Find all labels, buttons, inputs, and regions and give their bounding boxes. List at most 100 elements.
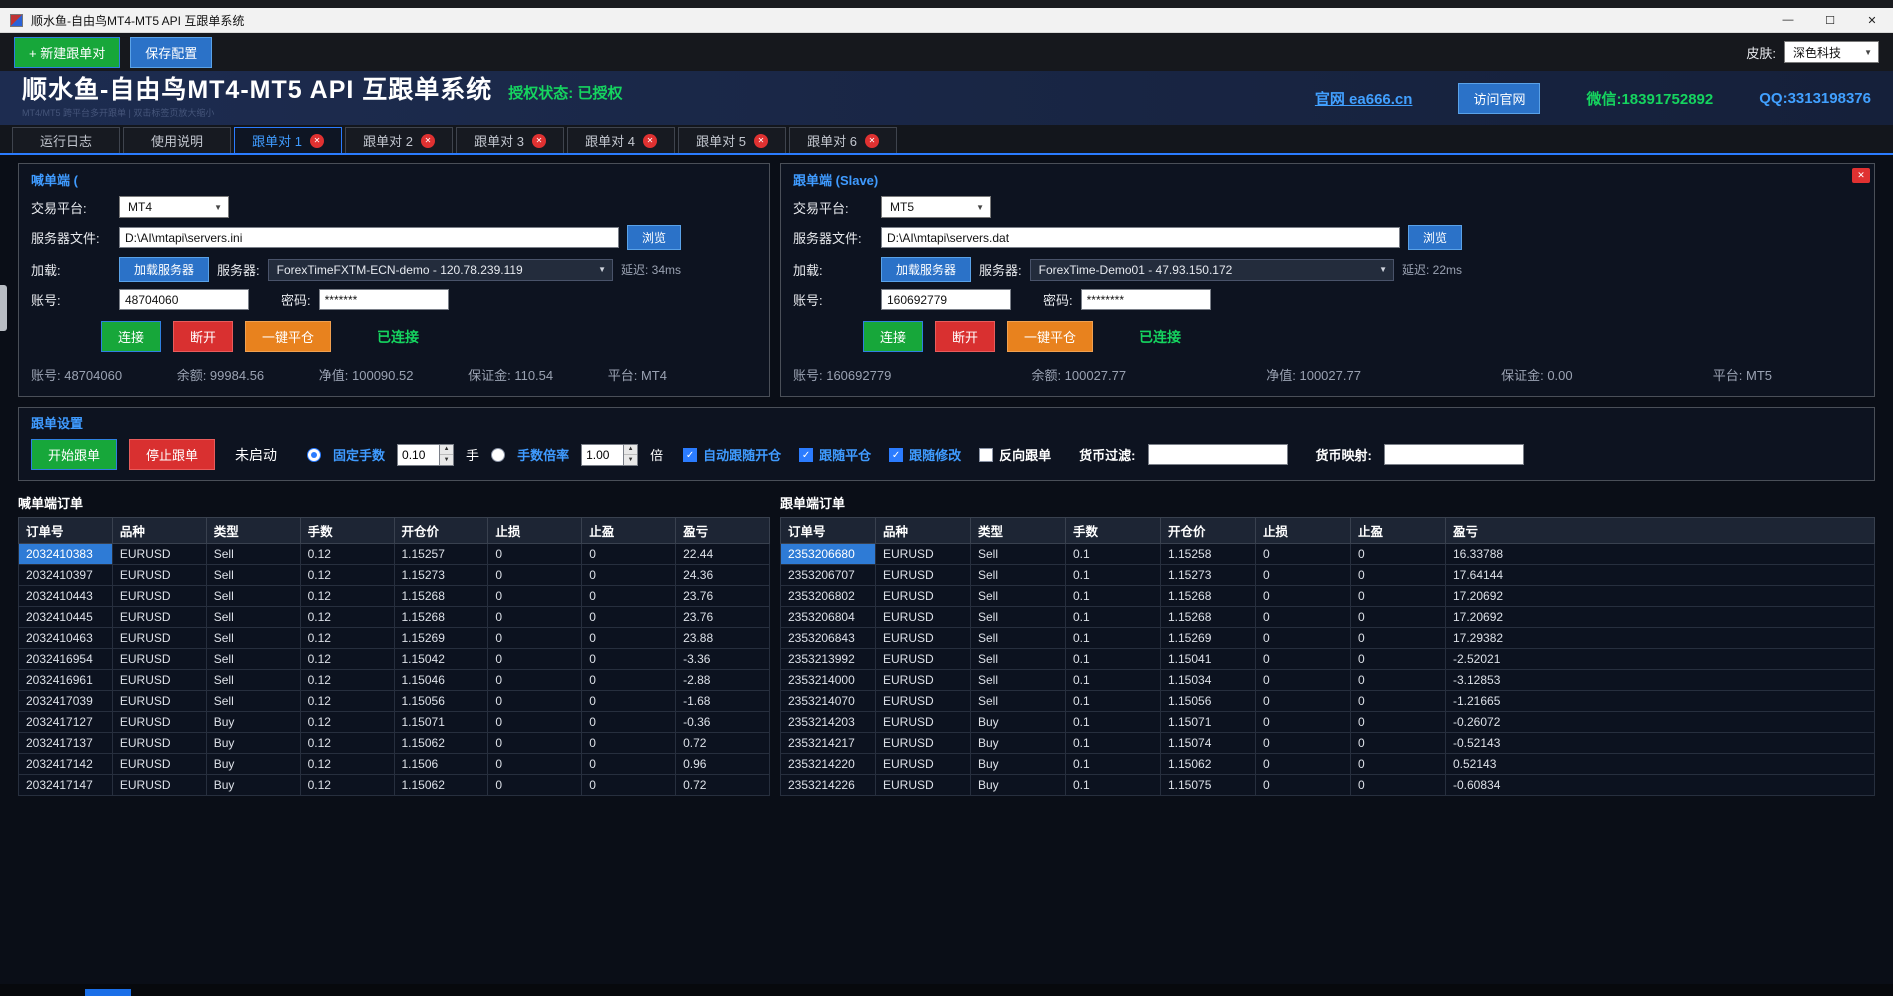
- slave-password-input[interactable]: [1081, 289, 1211, 310]
- checkbox-checked-icon[interactable]: ✓: [683, 448, 697, 462]
- column-header[interactable]: 止盈: [1351, 518, 1446, 544]
- column-header[interactable]: 类型: [206, 518, 300, 544]
- master-close-all-button[interactable]: 一键平仓: [245, 321, 331, 352]
- checkbox-反向跟单[interactable]: 反向跟单: [979, 445, 1051, 464]
- tab-跟单对 5[interactable]: 跟单对 5✕: [678, 127, 786, 153]
- checkbox-跟随平仓[interactable]: ✓跟随平仓: [799, 445, 871, 464]
- stop-copy-button[interactable]: 停止跟单: [129, 439, 215, 470]
- slave-browse-button[interactable]: 浏览: [1408, 225, 1462, 250]
- tab-close-icon[interactable]: ✕: [310, 134, 324, 148]
- column-header[interactable]: 手数: [1066, 518, 1161, 544]
- fixed-lot-radio[interactable]: [307, 448, 321, 462]
- fixed-lot-input[interactable]: [397, 444, 439, 466]
- column-header[interactable]: 订单号: [19, 518, 113, 544]
- chevron-down-icon[interactable]: ▼: [595, 265, 609, 274]
- master-connect-button[interactable]: 连接: [101, 321, 161, 352]
- order-row[interactable]: 2032417137EURUSDBuy0.121.15062000.72: [19, 733, 770, 754]
- order-row[interactable]: 2353214217EURUSDBuy0.11.1507400-0.52143: [781, 733, 1875, 754]
- slave-load-server-button[interactable]: 加载服务器: [881, 257, 971, 282]
- slave-platform-select[interactable]: MT5 ▼: [881, 196, 991, 218]
- column-header[interactable]: 盈亏: [1446, 518, 1875, 544]
- column-header[interactable]: 止损: [488, 518, 582, 544]
- tab-运行日志[interactable]: 运行日志: [12, 127, 120, 153]
- order-row[interactable]: 2353206707EURUSDSell0.11.152730017.64144: [781, 565, 1875, 586]
- checkbox-跟随修改[interactable]: ✓跟随修改: [889, 445, 961, 464]
- currency-filter-input[interactable]: [1148, 444, 1288, 465]
- pair-close-icon[interactable]: ✕: [1852, 168, 1870, 183]
- column-header[interactable]: 止盈: [582, 518, 676, 544]
- skin-select[interactable]: 深色科技 ▼: [1784, 41, 1879, 63]
- close-button[interactable]: ✕: [1851, 8, 1893, 32]
- column-header[interactable]: 类型: [971, 518, 1066, 544]
- master-disconnect-button[interactable]: 断开: [173, 321, 233, 352]
- order-row[interactable]: 2353214226EURUSDBuy0.11.1507500-0.60834: [781, 775, 1875, 796]
- spin-up-icon[interactable]: ▲: [440, 445, 453, 456]
- column-header[interactable]: 盈亏: [676, 518, 770, 544]
- order-row[interactable]: 2032416961EURUSDSell0.121.1504600-2.88: [19, 670, 770, 691]
- order-row[interactable]: 2032417147EURUSDBuy0.121.15062000.72: [19, 775, 770, 796]
- website-link[interactable]: 官网 ea666.cn: [1315, 88, 1413, 109]
- currency-map-input[interactable]: [1384, 444, 1524, 465]
- checkbox-checked-icon[interactable]: ✓: [799, 448, 813, 462]
- column-header[interactable]: 品种: [112, 518, 206, 544]
- column-header[interactable]: 开仓价: [394, 518, 488, 544]
- save-config-button[interactable]: 保存配置: [130, 37, 212, 68]
- new-pair-button[interactable]: + 新建跟单对: [14, 37, 120, 68]
- order-row[interactable]: 2353214070EURUSDSell0.11.1505600-1.21665: [781, 691, 1875, 712]
- order-row[interactable]: 2032417127EURUSDBuy0.121.1507100-0.36: [19, 712, 770, 733]
- slave-server-select[interactable]: ForexTime-Demo01 - 47.93.150.172 ▼: [1030, 259, 1394, 281]
- tab-使用说明[interactable]: 使用说明: [123, 127, 231, 153]
- tab-close-icon[interactable]: ✕: [643, 134, 657, 148]
- order-row[interactable]: 2353206843EURUSDSell0.11.152690017.29382: [781, 628, 1875, 649]
- spin-down-icon[interactable]: ▼: [624, 455, 637, 465]
- order-row[interactable]: 2032410397EURUSDSell0.121.152730024.36: [19, 565, 770, 586]
- order-row[interactable]: 2032417142EURUSDBuy0.121.1506000.96: [19, 754, 770, 775]
- tab-close-icon[interactable]: ✕: [421, 134, 435, 148]
- slave-close-all-button[interactable]: 一键平仓: [1007, 321, 1093, 352]
- start-copy-button[interactable]: 开始跟单: [31, 439, 117, 470]
- order-row[interactable]: 2353206680EURUSDSell0.11.152580016.33788: [781, 544, 1875, 565]
- tab-跟单对 4[interactable]: 跟单对 4✕: [567, 127, 675, 153]
- tab-跟单对 1[interactable]: 跟单对 1✕: [234, 127, 342, 153]
- master-server-select[interactable]: ForexTimeFXTM-ECN-demo - 120.78.239.119 …: [268, 259, 613, 281]
- tab-close-icon[interactable]: ✕: [754, 134, 768, 148]
- order-row[interactable]: 2032417039EURUSDSell0.121.1505600-1.68: [19, 691, 770, 712]
- tab-跟单对 3[interactable]: 跟单对 3✕: [456, 127, 564, 153]
- column-header[interactable]: 品种: [876, 518, 971, 544]
- tab-close-icon[interactable]: ✕: [532, 134, 546, 148]
- column-header[interactable]: 订单号: [781, 518, 876, 544]
- order-row[interactable]: 2353206804EURUSDSell0.11.152680017.20692: [781, 607, 1875, 628]
- column-header[interactable]: 止损: [1256, 518, 1351, 544]
- chevron-down-icon[interactable]: ▼: [973, 203, 987, 212]
- checkbox-自动跟随开仓[interactable]: ✓自动跟随开仓: [683, 445, 781, 464]
- order-row[interactable]: 2353206802EURUSDSell0.11.152680017.20692: [781, 586, 1875, 607]
- lot-multiplier-radio[interactable]: [491, 448, 505, 462]
- chevron-down-icon[interactable]: ▼: [1376, 265, 1390, 274]
- column-header[interactable]: 开仓价: [1161, 518, 1256, 544]
- order-row[interactable]: 2032410445EURUSDSell0.121.152680023.76: [19, 607, 770, 628]
- order-row[interactable]: 2353213992EURUSDSell0.11.1504100-2.52021: [781, 649, 1875, 670]
- master-platform-select[interactable]: MT4 ▼: [119, 196, 229, 218]
- visit-site-button[interactable]: 访问官网: [1458, 83, 1540, 114]
- spin-up-icon[interactable]: ▲: [624, 445, 637, 456]
- slave-server-file-input[interactable]: [881, 227, 1400, 248]
- order-row[interactable]: 2032410383EURUSDSell0.121.152570022.44: [19, 544, 770, 565]
- master-password-input[interactable]: [319, 289, 449, 310]
- order-row[interactable]: 2032410443EURUSDSell0.121.152680023.76: [19, 586, 770, 607]
- chevron-down-icon[interactable]: ▼: [211, 203, 225, 212]
- master-account-input[interactable]: [119, 289, 249, 310]
- maximize-button[interactable]: ☐: [1809, 8, 1851, 32]
- checkbox-checked-icon[interactable]: ✓: [889, 448, 903, 462]
- checkbox-unchecked-icon[interactable]: [979, 448, 993, 462]
- master-browse-button[interactable]: 浏览: [627, 225, 681, 250]
- order-row[interactable]: 2353214203EURUSDBuy0.11.1507100-0.26072: [781, 712, 1875, 733]
- tab-跟单对 6[interactable]: 跟单对 6✕: [789, 127, 897, 153]
- minimize-button[interactable]: —: [1767, 8, 1809, 32]
- chevron-down-icon[interactable]: ▼: [1861, 48, 1875, 57]
- tab-跟单对 2[interactable]: 跟单对 2✕: [345, 127, 453, 153]
- master-server-file-input[interactable]: [119, 227, 619, 248]
- order-row[interactable]: 2353214220EURUSDBuy0.11.15062000.52143: [781, 754, 1875, 775]
- master-load-server-button[interactable]: 加载服务器: [119, 257, 209, 282]
- spin-down-icon[interactable]: ▼: [440, 455, 453, 465]
- order-row[interactable]: 2032416954EURUSDSell0.121.1504200-3.36: [19, 649, 770, 670]
